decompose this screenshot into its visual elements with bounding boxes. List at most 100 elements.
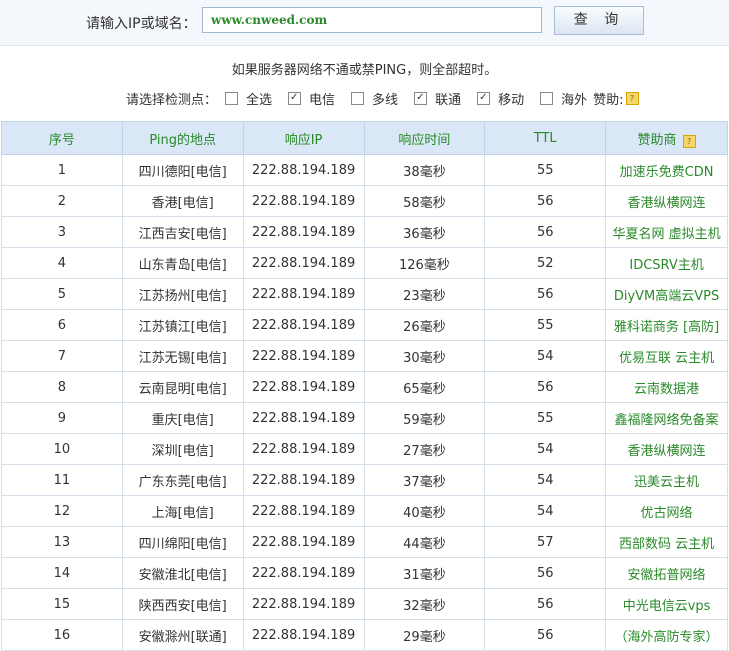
cell-ttl: 56: [484, 216, 607, 248]
cell-response-time: 65毫秒: [363, 371, 486, 403]
cell-response-ip: 222.88.194.189: [242, 309, 365, 341]
cell-response-time: 37毫秒: [363, 464, 486, 496]
cell-index: 14: [1, 557, 123, 589]
cell-response-ip: 222.88.194.189: [242, 526, 365, 558]
table-row: 16 安徽滁州[联通] 222.88.194.189 29毫秒 56 （海外高防专家）: [1, 619, 728, 651]
checkpoint-options: 请选择检测点： 全选 电信 多线 联通 移动 海外 赞助:?: [126, 89, 639, 108]
checkbox-all[interactable]: [225, 92, 239, 105]
checkbox-overseas[interactable]: [540, 92, 554, 105]
cell-ttl: 56: [484, 619, 607, 651]
header-sponsor-label: 赞助商: [637, 132, 677, 148]
help-icon[interactable]: ?: [682, 134, 696, 148]
cell-ttl: 56: [484, 371, 607, 403]
ip-domain-label: 请输入IP或域名：: [86, 16, 197, 32]
header-ttl: TTL: [484, 121, 607, 155]
cell-response-ip: 222.88.194.189: [242, 247, 365, 279]
cell-location: 江苏无锡[电信]: [121, 340, 244, 372]
table-row: 5 江苏扬州[电信] 222.88.194.189 23毫秒 56 DiyVM高端云VPS: [1, 278, 728, 310]
cell-sponsor[interactable]: IDCSRV主机: [605, 247, 728, 279]
cell-index: 9: [1, 402, 123, 434]
cell-response-time: 59毫秒: [363, 402, 486, 434]
ping-results-table: 序号 Ping的地点 响应IP 响应时间 TTL 赞助商 ? 1 四川德阳[电信]…: [1, 121, 728, 651]
cell-response-ip: 222.88.194.189: [242, 464, 365, 496]
option-label-unicom: 联通: [435, 93, 462, 108]
table-row: 11 广东东莞[电信] 222.88.194.189 37毫秒 54 迅美云主机: [1, 464, 728, 496]
cell-index: 11: [1, 464, 123, 496]
cell-index: 16: [1, 619, 123, 651]
cell-response-ip: 222.88.194.189: [242, 154, 365, 186]
cell-location: 陕西西安[电信]: [121, 588, 244, 620]
option-label-telecom: 电信: [309, 93, 336, 108]
query-button[interactable]: 查 询: [554, 6, 644, 35]
cell-location: 深圳[电信]: [121, 433, 244, 465]
cell-location: 江苏镇江[电信]: [121, 309, 244, 341]
table-header-row: 序号 Ping的地点 响应IP 响应时间 TTL 赞助商 ?: [1, 121, 728, 155]
cell-response-time: 44毫秒: [363, 526, 486, 558]
cell-index: 5: [1, 278, 123, 310]
cell-sponsor[interactable]: 香港纵横网连: [605, 433, 728, 465]
notice-text: 如果服务器网络不通或禁PING，则全部超时。: [231, 63, 498, 78]
option-label-all: 全选: [246, 93, 273, 108]
cell-sponsor[interactable]: 迅美云主机: [605, 464, 728, 496]
cell-response-ip: 222.88.194.189: [242, 216, 365, 248]
cell-response-ip: 222.88.194.189: [242, 557, 365, 589]
table-row: 15 陕西西安[电信] 222.88.194.189 32毫秒 56 中光电信云vps: [1, 588, 728, 620]
query-bar: 请输入IP或域名： 查 询: [0, 0, 729, 46]
cell-location: 上海[电信]: [121, 495, 244, 527]
cell-sponsor[interactable]: 云南数据港: [605, 371, 728, 403]
cell-location: 四川德阳[电信]: [121, 154, 244, 186]
option-label-overseas: 海外: [561, 93, 588, 108]
cell-response-ip: 222.88.194.189: [242, 619, 365, 651]
table-row: 13 四川绵阳[电信] 222.88.194.189 44毫秒 57 西部数码 云主机: [1, 526, 728, 558]
table-row: 6 江苏镇江[电信] 222.88.194.189 26毫秒 55 雅科诺商务 [高防]: [1, 309, 728, 341]
table-row: 10 深圳[电信] 222.88.194.189 27毫秒 54 香港纵横网连: [1, 433, 728, 465]
cell-response-ip: 222.88.194.189: [242, 278, 365, 310]
cell-response-time: 26毫秒: [363, 309, 486, 341]
cell-sponsor[interactable]: 加速乐免费CDN: [605, 154, 728, 186]
ip-domain-input[interactable]: [202, 7, 542, 33]
cell-location: 四川绵阳[电信]: [121, 526, 244, 558]
cell-sponsor[interactable]: 优古网络: [605, 495, 728, 527]
cell-index: 15: [1, 588, 123, 620]
checkbox-unicom[interactable]: [414, 92, 428, 105]
cell-sponsor[interactable]: 优易互联 云主机: [605, 340, 728, 372]
cell-location: 云南昆明[电信]: [121, 371, 244, 403]
cell-sponsor[interactable]: 鑫福隆网络免备案: [605, 402, 728, 434]
help-icon[interactable]: ?: [625, 92, 639, 105]
cell-sponsor[interactable]: （海外高防专家）: [605, 619, 728, 651]
cell-index: 2: [1, 185, 123, 217]
checkpoint-label: 请选择检测点：: [126, 93, 218, 108]
cell-ttl: 56: [484, 278, 607, 310]
cell-response-ip: 222.88.194.189: [242, 185, 365, 217]
checkbox-telecom[interactable]: [288, 92, 302, 105]
cell-ttl: 56: [484, 588, 607, 620]
cell-ttl: 55: [484, 154, 607, 186]
cell-sponsor[interactable]: 华夏名网 虚拟主机: [605, 216, 728, 248]
cell-ttl: 57: [484, 526, 607, 558]
cell-location: 香港[电信]: [121, 185, 244, 217]
cell-index: 4: [1, 247, 123, 279]
cell-response-time: 40毫秒: [363, 495, 486, 527]
header-response-ip: 响应IP: [242, 121, 365, 155]
checkbox-mobile[interactable]: [477, 92, 491, 105]
cell-sponsor[interactable]: DiyVM高端云VPS: [605, 278, 728, 310]
cell-sponsor[interactable]: 中光电信云vps: [605, 588, 728, 620]
header-response-time: 响应时间: [363, 121, 486, 155]
option-label-multiline: 多线: [372, 93, 399, 108]
table-row: 2 香港[电信] 222.88.194.189 58毫秒 56 香港纵横网连: [1, 185, 728, 217]
cell-sponsor[interactable]: 雅科诺商务 [高防]: [605, 309, 728, 341]
cell-sponsor[interactable]: 安徽拓普网络: [605, 557, 728, 589]
cell-response-time: 126毫秒: [363, 247, 486, 279]
cell-ttl: 55: [484, 309, 607, 341]
cell-index: 3: [1, 216, 123, 248]
cell-location: 安徽淮北[电信]: [121, 557, 244, 589]
header-index: 序号: [1, 121, 123, 155]
table-row: 9 重庆[电信] 222.88.194.189 59毫秒 55 鑫福隆网络免备案: [1, 402, 728, 434]
cell-ttl: 54: [484, 433, 607, 465]
table-row: 7 江苏无锡[电信] 222.88.194.189 30毫秒 54 优易互联 云主机: [1, 340, 728, 372]
cell-sponsor[interactable]: 西部数码 云主机: [605, 526, 728, 558]
checkbox-multiline[interactable]: [351, 92, 365, 105]
cell-response-ip: 222.88.194.189: [242, 371, 365, 403]
cell-sponsor[interactable]: 香港纵横网连: [605, 185, 728, 217]
cell-location: 安徽滁州[联通]: [121, 619, 244, 651]
